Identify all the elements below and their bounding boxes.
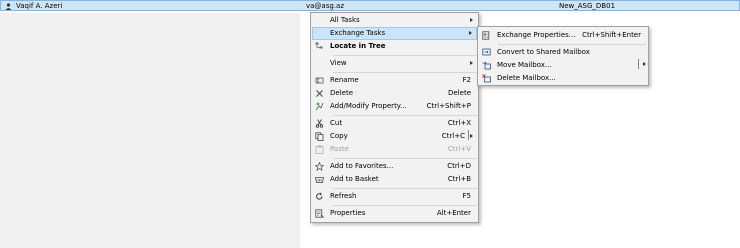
properties-icon: [315, 209, 324, 218]
split-button-divider: [638, 59, 639, 69]
user-icon: [5, 3, 12, 10]
rename-icon: [315, 77, 324, 84]
menu-item-copy[interactable]: Copy Ctrl+C: [312, 130, 477, 143]
submenu-arrow-icon: [470, 18, 473, 22]
menu-item-add-modify-property[interactable]: Add/Modify Property... Ctrl+Shift+P: [312, 100, 477, 113]
star-icon: [315, 162, 324, 171]
delete-mailbox-icon: [482, 74, 491, 83]
menu-item-locate-in-tree[interactable]: Locate in Tree: [312, 40, 477, 53]
menu-separator: [333, 55, 477, 56]
menu-separator: [333, 115, 477, 116]
cut-icon: [315, 119, 324, 128]
refresh-icon: [316, 192, 323, 200]
submenu-arrow-icon: [470, 134, 473, 138]
menu-item-paste: Paste Ctrl+V: [312, 143, 477, 156]
convert-icon: [482, 48, 491, 56]
menu-separator: [333, 158, 477, 159]
menu-item-refresh[interactable]: Refresh F5: [312, 190, 477, 203]
email-cell: va@asg.az: [306, 2, 345, 10]
menu-item-view[interactable]: View: [312, 57, 477, 70]
move-mailbox-icon: [482, 61, 491, 70]
table-row[interactable]: Vaqif A. Azeri va@asg.az New_ASG_DB01: [0, 0, 740, 11]
menu-item-exchange-properties[interactable]: Exchange Properties... Ctrl+Shift+Enter: [479, 29, 647, 42]
delete-icon: [316, 90, 323, 97]
menu-item-convert-to-shared-mailbox[interactable]: Convert to Shared Mailbox: [479, 46, 647, 59]
menu-item-rename[interactable]: Rename F2: [312, 74, 477, 87]
menu-item-delete-mailbox[interactable]: Delete Mailbox...: [479, 72, 647, 85]
name-cell: Vaqif A. Azeri: [16, 2, 63, 10]
submenu-arrow-icon: [470, 61, 473, 65]
empty-area: [0, 13, 300, 248]
add-property-icon: [315, 102, 324, 111]
exchange-properties-icon: [482, 31, 490, 40]
submenu-arrow-icon: [469, 31, 472, 35]
menu-item-cut[interactable]: Cut Ctrl+X: [312, 117, 477, 130]
menu-separator: [333, 205, 477, 206]
menu-separator: [333, 188, 477, 189]
menu-item-properties[interactable]: Properties Alt+Enter: [312, 207, 477, 220]
menu-separator: [333, 72, 477, 73]
menu-item-add-to-favorites[interactable]: Add to Favorites... Ctrl+D: [312, 160, 477, 173]
menu-separator: [498, 44, 646, 45]
exchange-tasks-submenu: Exchange Properties... Ctrl+Shift+Enter …: [477, 26, 649, 86]
menu-item-delete[interactable]: Delete Delete: [312, 87, 477, 100]
menu-item-exchange-tasks[interactable]: Exchange Tasks: [312, 27, 477, 40]
basket-icon: [315, 177, 324, 183]
menu-item-add-to-basket[interactable]: Add to Basket Ctrl+B: [312, 173, 477, 186]
menu-item-all-tasks[interactable]: All Tasks: [312, 14, 477, 27]
locate-icon: [315, 42, 323, 49]
copy-icon: [315, 132, 324, 141]
context-menu: All Tasks Exchange Tasks Locate in Tree …: [310, 12, 479, 223]
split-button-divider: [468, 130, 469, 140]
paste-icon: [315, 145, 324, 154]
database-cell: New_ASG_DB01: [559, 2, 616, 10]
menu-item-move-mailbox[interactable]: Move Mailbox...: [479, 59, 647, 72]
submenu-arrow-icon[interactable]: [643, 62, 646, 66]
